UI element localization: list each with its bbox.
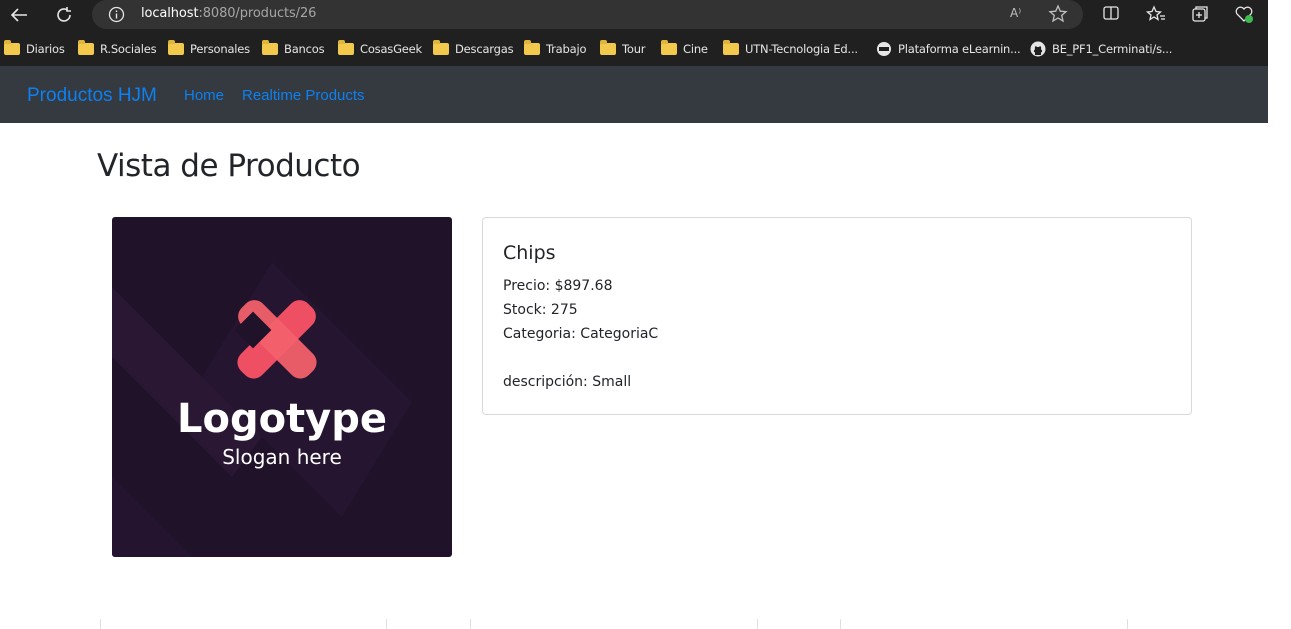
reload-icon bbox=[57, 7, 71, 22]
url-host: localhost bbox=[141, 6, 199, 21]
read-aloud-icon[interactable]: A⁾ bbox=[1010, 6, 1021, 20]
back-arrow-icon bbox=[10, 8, 27, 22]
reload-button[interactable] bbox=[51, 3, 77, 27]
bookmark-label: Personales bbox=[190, 42, 250, 56]
bookmark-github[interactable]: BE_PF1_Cerminati/s... bbox=[1030, 40, 1172, 58]
bookmark-utn[interactable]: UTN-Tecnologia Ed... bbox=[723, 40, 858, 58]
folder-icon bbox=[262, 40, 278, 55]
favorites-icon[interactable] bbox=[1145, 4, 1166, 28]
bookmark-cine[interactable]: Cine bbox=[661, 40, 708, 58]
product-category: Categoria: CategoriaC bbox=[503, 326, 659, 342]
bookmark-label: UTN-Tecnologia Ed... bbox=[745, 42, 858, 56]
bookmark-diarios[interactable]: Diarios bbox=[4, 40, 65, 58]
bookmark-label: BE_PF1_Cerminati/s... bbox=[1052, 42, 1173, 56]
footer-divider bbox=[840, 619, 841, 629]
product-name: Chips bbox=[503, 242, 556, 264]
folder-icon bbox=[723, 40, 739, 55]
navbar-brand[interactable]: Productos HJM bbox=[27, 85, 157, 107]
bookmark-personales[interactable]: Personales bbox=[168, 40, 250, 58]
github-icon bbox=[1030, 41, 1046, 57]
bookmark-label: Trabajo bbox=[546, 42, 587, 56]
product-description: descripción: Small bbox=[503, 374, 632, 390]
folder-icon bbox=[78, 40, 94, 55]
product-image: Logotype Slogan here bbox=[112, 217, 452, 557]
footer-divider bbox=[470, 619, 471, 629]
favorite-star-icon[interactable] bbox=[1048, 4, 1068, 28]
product-stock: Stock: 275 bbox=[503, 302, 578, 318]
bookmark-label: Bancos bbox=[284, 42, 325, 56]
bookmark-label: Diarios bbox=[26, 42, 65, 56]
folder-icon bbox=[524, 40, 540, 55]
url-path: :8080/products/26 bbox=[198, 6, 317, 21]
logo-text: Logotype bbox=[177, 396, 387, 442]
bookmark-rsociales[interactable]: R.Sociales bbox=[78, 40, 157, 58]
footer-divider bbox=[100, 619, 101, 629]
product-card: Chips Precio: $897.68 Stock: 275 Categor… bbox=[482, 217, 1192, 415]
folder-icon bbox=[338, 40, 354, 55]
split-screen-icon[interactable] bbox=[1102, 4, 1120, 26]
folder-icon bbox=[661, 40, 677, 55]
folder-icon bbox=[168, 40, 184, 55]
browser-essentials-icon[interactable] bbox=[1234, 4, 1254, 28]
bookmark-cosasgeek[interactable]: CosasGeek bbox=[338, 40, 422, 58]
bookmark-label: Cine bbox=[683, 42, 708, 56]
address-bar[interactable]: localhost:8080/products/26 A⁾ bbox=[92, 0, 1083, 29]
footer-divider bbox=[757, 619, 758, 629]
logo-slogan: Slogan here bbox=[222, 445, 342, 469]
footer-divider bbox=[1127, 619, 1128, 629]
browser-toolbar: localhost:8080/products/26 A⁾ bbox=[0, 0, 1268, 30]
bookmark-label: Plataforma eLearnin... bbox=[898, 42, 1021, 56]
window-edge bbox=[1268, 0, 1291, 56]
nav-link-realtime-products[interactable]: Realtime Products bbox=[242, 87, 365, 104]
bookmark-bancos[interactable]: Bancos bbox=[262, 40, 325, 58]
nav-link-home[interactable]: Home bbox=[184, 87, 224, 104]
bookmark-tour[interactable]: Tour bbox=[600, 40, 646, 58]
bookmarks-bar: Diarios R.Sociales Personales Bancos Cos… bbox=[0, 30, 1268, 66]
url-text: localhost:8080/products/26 bbox=[141, 6, 316, 21]
folder-icon bbox=[433, 40, 449, 55]
page-title: Vista de Producto bbox=[97, 148, 361, 184]
app-navbar: Productos HJM Home Realtime Products bbox=[0, 66, 1268, 123]
bookmark-label: R.Sociales bbox=[100, 42, 157, 56]
site-icon bbox=[877, 42, 891, 56]
bookmark-label: Tour bbox=[622, 42, 646, 56]
bookmark-label: Descargas bbox=[455, 42, 514, 56]
folder-icon bbox=[600, 40, 616, 55]
site-info-icon[interactable] bbox=[108, 6, 125, 27]
bookmark-descargas[interactable]: Descargas bbox=[433, 40, 514, 58]
bookmark-trabajo[interactable]: Trabajo bbox=[524, 40, 586, 58]
collections-icon[interactable] bbox=[1190, 4, 1210, 28]
product-price: Precio: $897.68 bbox=[503, 278, 613, 294]
logotype-image: Logotype Slogan here bbox=[112, 217, 452, 557]
bookmark-plataforma[interactable]: Plataforma eLearnin... bbox=[876, 40, 1021, 58]
back-button[interactable] bbox=[6, 3, 32, 27]
bookmark-label: CosasGeek bbox=[360, 42, 423, 56]
footer-divider bbox=[386, 619, 387, 629]
folder-icon bbox=[4, 40, 20, 55]
